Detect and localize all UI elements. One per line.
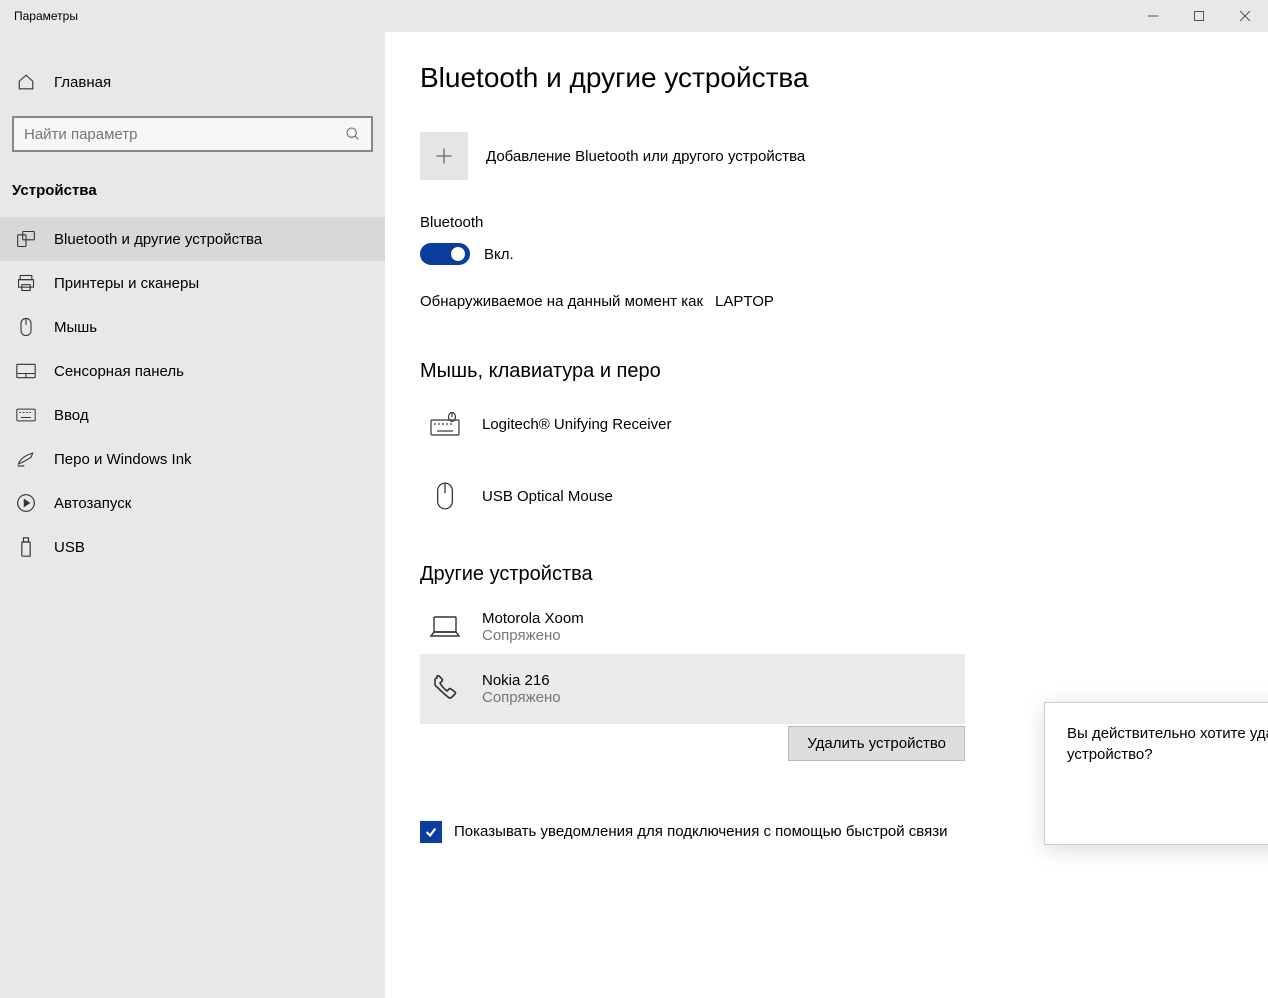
phone-icon <box>428 672 462 706</box>
plus-icon <box>434 146 454 166</box>
sidebar-item-mouse[interactable]: Мышь <box>0 305 385 349</box>
close-button[interactable] <box>1222 0 1268 32</box>
mouse-icon <box>16 317 36 337</box>
quickpair-checkbox-row[interactable]: Показывать уведомления для подключения с… <box>420 821 980 844</box>
sidebar-item-touchpad[interactable]: Сенсорная панель <box>0 349 385 393</box>
sidebar-item-label: Мышь <box>54 319 97 336</box>
bluetooth-toggle[interactable] <box>420 243 470 265</box>
device-row[interactable]: USB Optical Mouse <box>420 469 1268 523</box>
pen-icon <box>16 449 36 469</box>
sidebar-item-label: Ввод <box>54 407 89 424</box>
bluetooth-label: Bluetooth <box>420 214 1268 231</box>
titlebar: Параметры <box>0 0 1268 32</box>
autoplay-icon <box>16 493 36 513</box>
sidebar-home-label: Главная <box>54 74 111 91</box>
search-icon <box>345 126 361 142</box>
sidebar-item-typing[interactable]: Ввод <box>0 393 385 437</box>
section-other-devices: Другие устройства <box>420 563 1268 586</box>
minimize-button[interactable] <box>1130 0 1176 32</box>
window-title: Параметры <box>0 9 78 23</box>
device-name: Logitech® Unifying Receiver <box>482 416 671 433</box>
device-name: Nokia 216 <box>482 672 561 689</box>
add-device-row[interactable]: Добавление Bluetooth или другого устройс… <box>420 132 1268 180</box>
device-name: USB Optical Mouse <box>482 488 613 505</box>
add-device-label: Добавление Bluetooth или другого устройс… <box>486 148 805 165</box>
sidebar-item-label: Автозапуск <box>54 495 131 512</box>
checkbox-label: Показывать уведомления для подключения с… <box>454 821 948 844</box>
remove-device-button[interactable]: Удалить устройство <box>788 726 965 761</box>
discoverable-text: Обнаруживаемое на данный момент как LAPT… <box>420 293 1268 310</box>
keyboard-device-icon <box>428 407 462 441</box>
window-controls <box>1130 0 1268 32</box>
home-icon <box>16 72 36 92</box>
discoverable-name: LAPTOP <box>715 293 774 310</box>
sidebar-category: Устройства <box>0 176 385 217</box>
device-row[interactable]: Motorola Xoom Сопряжено <box>420 600 1268 654</box>
sidebar-home[interactable]: Главная <box>0 62 385 102</box>
popup-text: Вы действительно хотите удалить это устр… <box>1067 723 1268 765</box>
device-row-selected[interactable]: Nokia 216 Сопряжено <box>420 654 965 724</box>
laptop-icon <box>428 610 462 644</box>
bluetooth-toggle-state: Вкл. <box>484 246 514 263</box>
checkbox-checked[interactable] <box>420 821 442 843</box>
device-row[interactable]: Logitech® Unifying Receiver <box>420 397 1268 451</box>
mouse-keyboard-list: Logitech® Unifying Receiver USB Optical … <box>420 397 1268 523</box>
confirm-remove-popup: Вы действительно хотите удалить это устр… <box>1044 702 1268 845</box>
sidebar-item-label: Сенсорная панель <box>54 363 184 380</box>
add-device-button[interactable] <box>420 132 468 180</box>
section-mouse-keyboard-pen: Мышь, клавиатура и перо <box>420 360 1268 383</box>
bluetooth-toggle-row: Вкл. <box>420 243 1268 265</box>
mouse-device-icon <box>428 479 462 513</box>
sidebar: Главная Устройства Bluetooth и другие ус… <box>0 32 385 998</box>
sidebar-item-label: Принтеры и сканеры <box>54 275 199 292</box>
device-status: Сопряжено <box>482 627 584 644</box>
search-input[interactable] <box>24 126 345 143</box>
sidebar-item-label: USB <box>54 539 85 556</box>
sidebar-item-pen[interactable]: Перо и Windows Ink <box>0 437 385 481</box>
sidebar-item-label: Перо и Windows Ink <box>54 451 192 468</box>
device-name: Motorola Xoom <box>482 610 584 627</box>
discoverable-prefix: Обнаруживаемое на данный момент как <box>420 293 703 310</box>
maximize-button[interactable] <box>1176 0 1222 32</box>
search-box[interactable] <box>12 116 373 152</box>
main-content: Bluetooth и другие устройства Добавление… <box>385 32 1268 998</box>
toggle-knob <box>451 247 465 261</box>
sidebar-item-bluetooth-devices[interactable]: Bluetooth и другие устройства <box>0 217 385 261</box>
page-title: Bluetooth и другие устройства <box>420 62 1268 94</box>
usb-icon <box>16 537 36 557</box>
touchpad-icon <box>16 361 36 381</box>
sidebar-item-printers[interactable]: Принтеры и сканеры <box>0 261 385 305</box>
sidebar-item-label: Bluetooth и другие устройства <box>54 231 262 248</box>
keyboard-icon <box>16 405 36 425</box>
device-status: Сопряжено <box>482 689 561 706</box>
sidebar-item-autoplay[interactable]: Автозапуск <box>0 481 385 525</box>
printer-icon <box>16 273 36 293</box>
sidebar-item-usb[interactable]: USB <box>0 525 385 569</box>
bluetooth-devices-icon <box>16 229 36 249</box>
